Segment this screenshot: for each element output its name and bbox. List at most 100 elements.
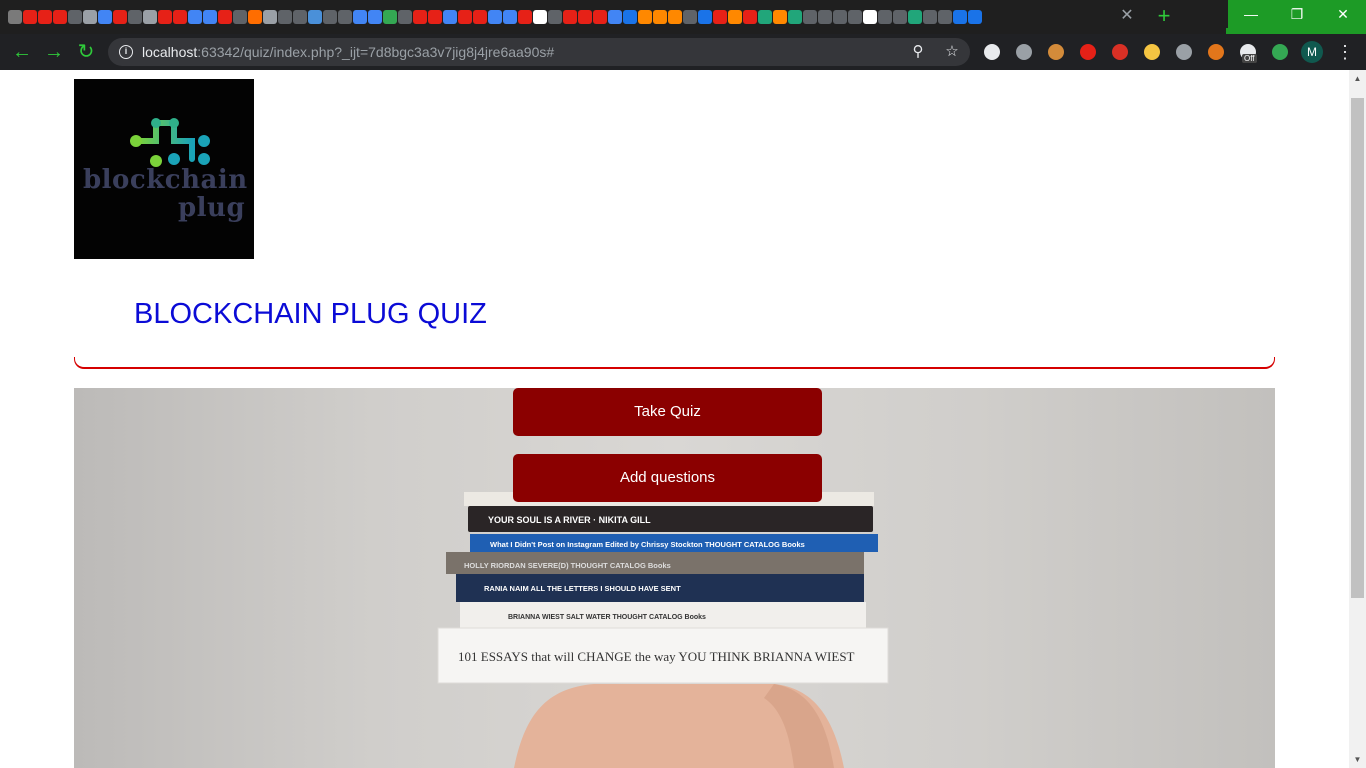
close-window-button[interactable]: ✕ [1320,0,1366,28]
bookmark-star-icon[interactable]: ☆ [942,42,962,62]
tab-favicon-icon[interactable] [638,10,652,24]
tab-favicon-icon[interactable] [548,10,562,24]
info-icon[interactable]: i [119,45,133,59]
tab-favicon-icon[interactable] [743,10,757,24]
tab-favicon-icon[interactable] [473,10,487,24]
tab-favicon-icon[interactable] [173,10,187,24]
tab-favicon-icon[interactable] [503,10,517,24]
tab-favicon-icon[interactable] [773,10,787,24]
tab-favicon-icon[interactable] [908,10,922,24]
tab-favicon-icon[interactable] [938,10,952,24]
back-icon[interactable]: ← [10,40,34,64]
tab-strip[interactable] [8,7,1103,27]
tab-favicon-icon[interactable] [518,10,532,24]
tab-favicon-icon[interactable] [488,10,502,24]
tab-favicon-icon[interactable] [128,10,142,24]
tab-favicon-icon[interactable] [878,10,892,24]
scrollbar-thumb[interactable] [1351,98,1364,598]
tab-favicon-icon[interactable] [203,10,217,24]
tab-favicon-icon[interactable] [23,10,37,24]
profile-avatar[interactable]: M [1301,41,1323,63]
tab-favicon-icon[interactable] [443,10,457,24]
tab-favicon-icon[interactable] [338,10,352,24]
zoom-icon[interactable]: ⚲ [908,42,928,62]
extension-icon[interactable] [1208,44,1224,60]
tab-favicon-icon[interactable] [383,10,397,24]
tab-favicon-icon[interactable] [248,10,262,24]
tab-favicon-icon[interactable] [533,10,547,24]
tab-favicon-icon[interactable] [968,10,982,24]
extension-icon[interactable] [1080,44,1096,60]
tab-favicon-icon[interactable] [698,10,712,24]
tab-favicon-icon[interactable] [923,10,937,24]
add-questions-button[interactable]: Add questions [513,454,822,502]
extension-icon[interactable] [1176,44,1192,60]
extension-icon[interactable] [1048,44,1064,60]
tab-favicon-icon[interactable] [563,10,577,24]
tab-favicon-icon[interactable] [683,10,697,24]
tab-favicon-icon[interactable] [848,10,862,24]
forward-icon[interactable]: → [42,40,66,64]
scroll-up-arrow-icon[interactable]: ▲ [1353,74,1362,83]
address-bar[interactable]: i localhost:63342/quiz/index.php?_ijt=7d… [108,38,970,66]
tab-favicon-icon[interactable] [218,10,232,24]
tab-favicon-icon[interactable] [953,10,967,24]
tab-favicon-icon[interactable] [428,10,442,24]
tab-favicon-icon[interactable] [368,10,382,24]
tab-favicon-icon[interactable] [308,10,322,24]
tab-favicon-icon[interactable] [833,10,847,24]
tab-favicon-icon[interactable] [803,10,817,24]
reload-icon[interactable]: ↻ [74,40,98,64]
tab-favicon-icon[interactable] [323,10,337,24]
vertical-scrollbar[interactable]: ▲ ▼ [1349,70,1366,768]
browser-toolbar: ← → ↻ i localhost:63342/quiz/index.php?_… [0,34,1366,70]
hero-image-books: YOUR SOUL IS A RIVER · NIKITA GILL What … [74,388,1275,768]
tab-favicon-icon[interactable] [623,10,637,24]
tab-favicon-icon[interactable] [758,10,772,24]
tab-favicon-icon[interactable] [158,10,172,24]
minimize-button[interactable]: — [1228,0,1274,28]
tab-favicon-icon[interactable] [278,10,292,24]
tab-favicon-icon[interactable] [233,10,247,24]
tab-favicon-icon[interactable] [893,10,907,24]
tab-favicon-icon[interactable] [713,10,727,24]
take-quiz-button[interactable]: Take Quiz [513,388,822,436]
tab-favicon-icon[interactable] [98,10,112,24]
tab-favicon-icon[interactable] [113,10,127,24]
tab-favicon-icon[interactable] [188,10,202,24]
tab-favicon-icon[interactable] [788,10,802,24]
tab-favicon-icon[interactable] [593,10,607,24]
tab-favicon-icon[interactable] [68,10,82,24]
close-icon[interactable]: ✕ [1118,6,1136,26]
menu-icon[interactable]: ⋮ [1336,40,1354,64]
tab-favicon-icon[interactable] [608,10,622,24]
extension-icon[interactable] [1016,44,1032,60]
tab-favicon-icon[interactable] [863,10,877,24]
tab-favicon-icon[interactable] [413,10,427,24]
tab-favicon-icon[interactable] [83,10,97,24]
title-divider [74,357,1275,369]
restore-button[interactable]: ❐ [1274,0,1320,28]
tab-favicon-icon[interactable] [293,10,307,24]
tab-favicon-icon[interactable] [53,10,67,24]
tab-favicon-icon[interactable] [398,10,412,24]
extension-icon[interactable] [1112,44,1128,60]
tab-favicon-icon[interactable] [728,10,742,24]
tab-favicon-icon[interactable] [263,10,277,24]
tab-favicon-icon[interactable] [653,10,667,24]
tab-favicon-icon[interactable] [818,10,832,24]
tab-favicon-icon[interactable] [143,10,157,24]
tab-favicon-icon[interactable] [578,10,592,24]
tab-favicon-icon[interactable] [668,10,682,24]
extension-icon[interactable] [1272,44,1288,60]
extension-icon[interactable] [1144,44,1160,60]
url-text[interactable]: localhost:63342/quiz/index.php?_ijt=7d8b… [142,44,554,60]
tab-favicon-icon[interactable] [458,10,472,24]
site-logo[interactable]: blockchain plug [74,79,254,259]
extension-icon[interactable] [984,44,1000,60]
tab-favicon-icon[interactable] [38,10,52,24]
tab-favicon-icon[interactable] [353,10,367,24]
tab-favicon-icon[interactable] [8,10,22,24]
plus-icon[interactable]: + [1152,5,1176,29]
scroll-down-arrow-icon[interactable]: ▼ [1353,755,1362,764]
